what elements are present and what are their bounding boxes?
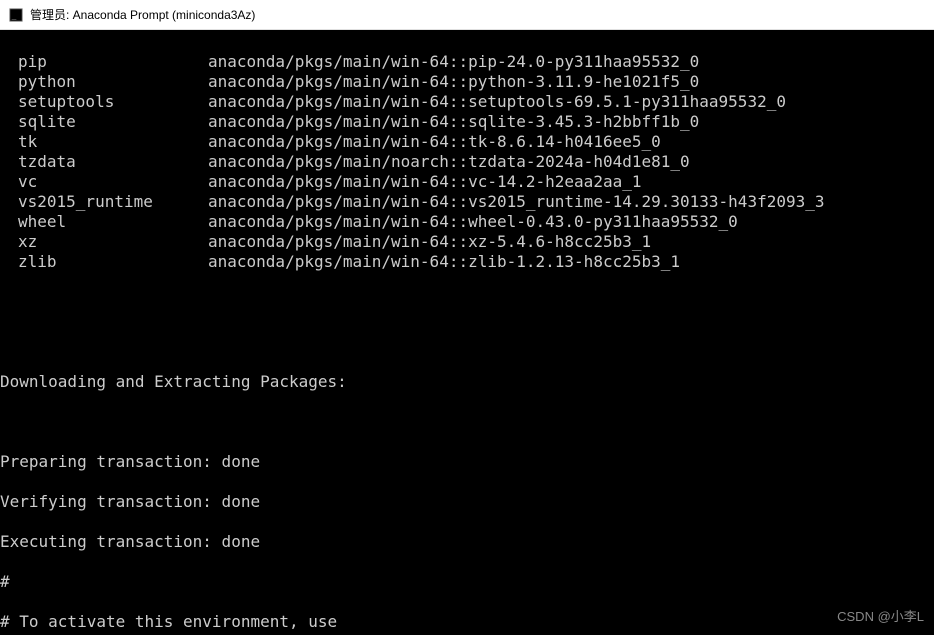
- package-line: tzdataanaconda/pkgs/main/noarch::tzdata-…: [0, 152, 934, 172]
- package-spec: anaconda/pkgs/main/win-64::vs2015_runtim…: [208, 192, 934, 212]
- package-spec: anaconda/pkgs/main/win-64::pip-24.0-py31…: [208, 52, 934, 72]
- package-line: wheelanaconda/pkgs/main/win-64::wheel-0.…: [0, 212, 934, 232]
- package-line: pythonanaconda/pkgs/main/win-64::python-…: [0, 72, 934, 92]
- package-spec: anaconda/pkgs/main/win-64::vc-14.2-h2eaa…: [208, 172, 934, 192]
- package-line: pipanaconda/pkgs/main/win-64::pip-24.0-p…: [0, 52, 934, 72]
- package-line: tkanaconda/pkgs/main/win-64::tk-8.6.14-h…: [0, 132, 934, 152]
- terminal-window: _ 管理员: Anaconda Prompt (miniconda3Az) pi…: [0, 0, 934, 635]
- terminal-content[interactable]: pipanaconda/pkgs/main/win-64::pip-24.0-p…: [0, 30, 934, 635]
- package-spec: anaconda/pkgs/main/win-64::tk-8.6.14-h04…: [208, 132, 934, 152]
- package-line: sqliteanaconda/pkgs/main/win-64::sqlite-…: [0, 112, 934, 132]
- package-spec: anaconda/pkgs/main/win-64::zlib-1.2.13-h…: [208, 252, 934, 272]
- package-name: xz: [0, 232, 208, 252]
- package-name: sqlite: [0, 112, 208, 132]
- package-line: vs2015_runtimeanaconda/pkgs/main/win-64:…: [0, 192, 934, 212]
- package-spec: anaconda/pkgs/main/win-64::setuptools-69…: [208, 92, 934, 112]
- package-name: zlib: [0, 252, 208, 272]
- package-line: vcanaconda/pkgs/main/win-64::vc-14.2-h2e…: [0, 172, 934, 192]
- package-spec: anaconda/pkgs/main/win-64::wheel-0.43.0-…: [208, 212, 934, 232]
- verifying-message: Verifying transaction: done: [0, 492, 934, 512]
- package-name: vs2015_runtime: [0, 192, 208, 212]
- package-spec: anaconda/pkgs/main/win-64::sqlite-3.45.3…: [208, 112, 934, 132]
- package-name: setuptools: [0, 92, 208, 112]
- preparing-message: Preparing transaction: done: [0, 452, 934, 472]
- package-name: wheel: [0, 212, 208, 232]
- package-spec: anaconda/pkgs/main/win-64::xz-5.4.6-h8cc…: [208, 232, 934, 252]
- package-name: vc: [0, 172, 208, 192]
- comment-line: #: [0, 572, 934, 592]
- package-name: python: [0, 72, 208, 92]
- package-line: xzanaconda/pkgs/main/win-64::xz-5.4.6-h8…: [0, 232, 934, 252]
- package-line: zlibanaconda/pkgs/main/win-64::zlib-1.2.…: [0, 252, 934, 272]
- downloading-message: Downloading and Extracting Packages:: [0, 372, 934, 392]
- svg-text:_: _: [12, 10, 17, 19]
- watermark: CSDN @小李L: [837, 607, 924, 627]
- package-spec: anaconda/pkgs/main/win-64::python-3.11.9…: [208, 72, 934, 92]
- activate-comment: # To activate this environment, use: [0, 612, 934, 632]
- executing-message: Executing transaction: done: [0, 532, 934, 552]
- package-name: tk: [0, 132, 208, 152]
- package-name: pip: [0, 52, 208, 72]
- app-icon: _: [8, 7, 24, 23]
- package-name: tzdata: [0, 152, 208, 172]
- titlebar[interactable]: _ 管理员: Anaconda Prompt (miniconda3Az): [0, 0, 934, 30]
- package-line: setuptoolsanaconda/pkgs/main/win-64::set…: [0, 92, 934, 112]
- package-spec: anaconda/pkgs/main/noarch::tzdata-2024a-…: [208, 152, 934, 172]
- window-title: 管理员: Anaconda Prompt (miniconda3Az): [30, 6, 255, 23]
